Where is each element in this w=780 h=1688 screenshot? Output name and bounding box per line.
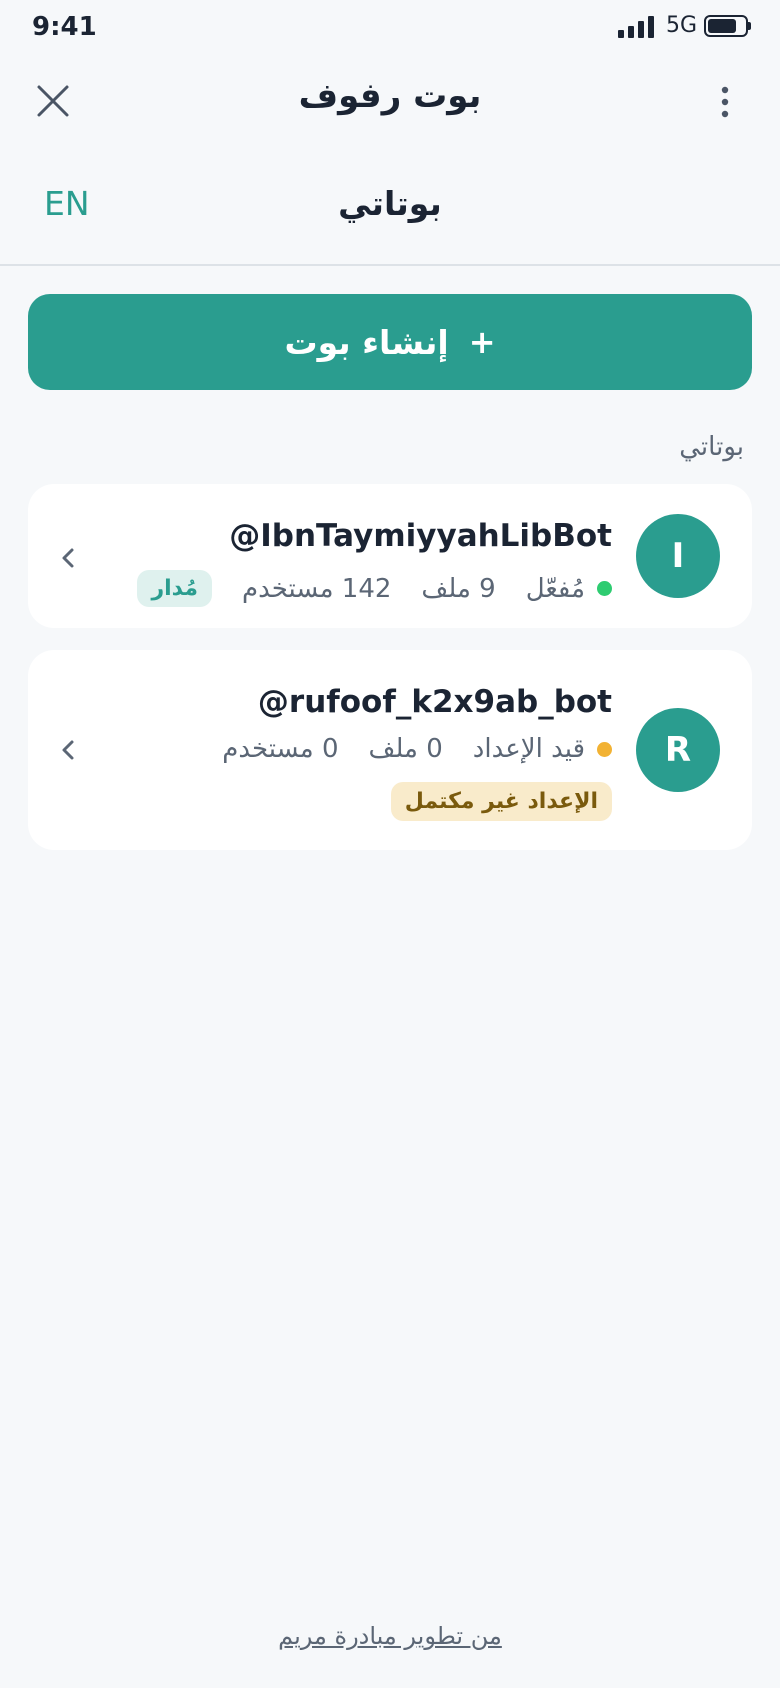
bot-username: @rufoof_k2x9ab_bot [257, 684, 612, 720]
status-dot [597, 741, 612, 757]
user-count: 142 مستخدم [242, 573, 392, 604]
bot-meta: مُفعّل 9 ملف 142 مستخدم مُدار [137, 570, 612, 607]
app-header: بوت رفوف [0, 62, 780, 138]
sub-header: EN بوتاتي [0, 160, 780, 266]
avatar: R [636, 708, 720, 792]
network-type: 5G [666, 13, 698, 38]
close-icon [37, 85, 69, 117]
close-button[interactable] [30, 78, 76, 124]
status-bar: 9:41 5G [0, 0, 780, 54]
chevron-left-icon [62, 740, 74, 760]
kebab-menu-icon [721, 86, 729, 118]
battery-icon [704, 15, 751, 37]
managed-badge: مُدار [137, 570, 213, 607]
user-count: 0 مستخدم [222, 734, 339, 764]
clock-time: 9:41 [32, 12, 97, 42]
status-text: مُفعّل [525, 573, 585, 604]
file-count: 9 ملف [421, 573, 496, 604]
section-label: بوتاتي [679, 432, 744, 462]
status-text: قيد الإعداد [472, 734, 585, 764]
footer-credit-link[interactable]: من تطوير مبادرة مريم [0, 1622, 780, 1650]
bot-username: @IbnTaymiyyahLibBot [229, 518, 612, 554]
bot-meta: قيد الإعداد 0 ملف 0 مستخدم [222, 734, 612, 764]
app-title: بوت رفوف [298, 76, 482, 116]
create-bot-button[interactable]: إنشاء بوت + [28, 294, 752, 390]
setup-incomplete-badge: الإعداد غير مكتمل [390, 782, 612, 821]
avatar: I [636, 514, 720, 598]
bot-card[interactable]: R @rufoof_k2x9ab_bot قيد الإعداد 0 ملف 0… [28, 650, 752, 850]
signal-strength-icon [618, 16, 654, 38]
create-bot-label: إنشاء بوت [284, 322, 449, 362]
plus-icon: + [468, 323, 496, 361]
bot-card[interactable]: I @IbnTaymiyyahLibBot مُفعّل 9 ملف 142 م… [28, 484, 752, 628]
chevron-left-icon [62, 548, 74, 568]
language-toggle[interactable]: EN [44, 184, 104, 223]
page-title: بوتاتي [338, 184, 442, 223]
status-dot [597, 581, 612, 596]
more-options-button[interactable] [708, 82, 742, 122]
file-count: 0 ملف [368, 734, 443, 764]
